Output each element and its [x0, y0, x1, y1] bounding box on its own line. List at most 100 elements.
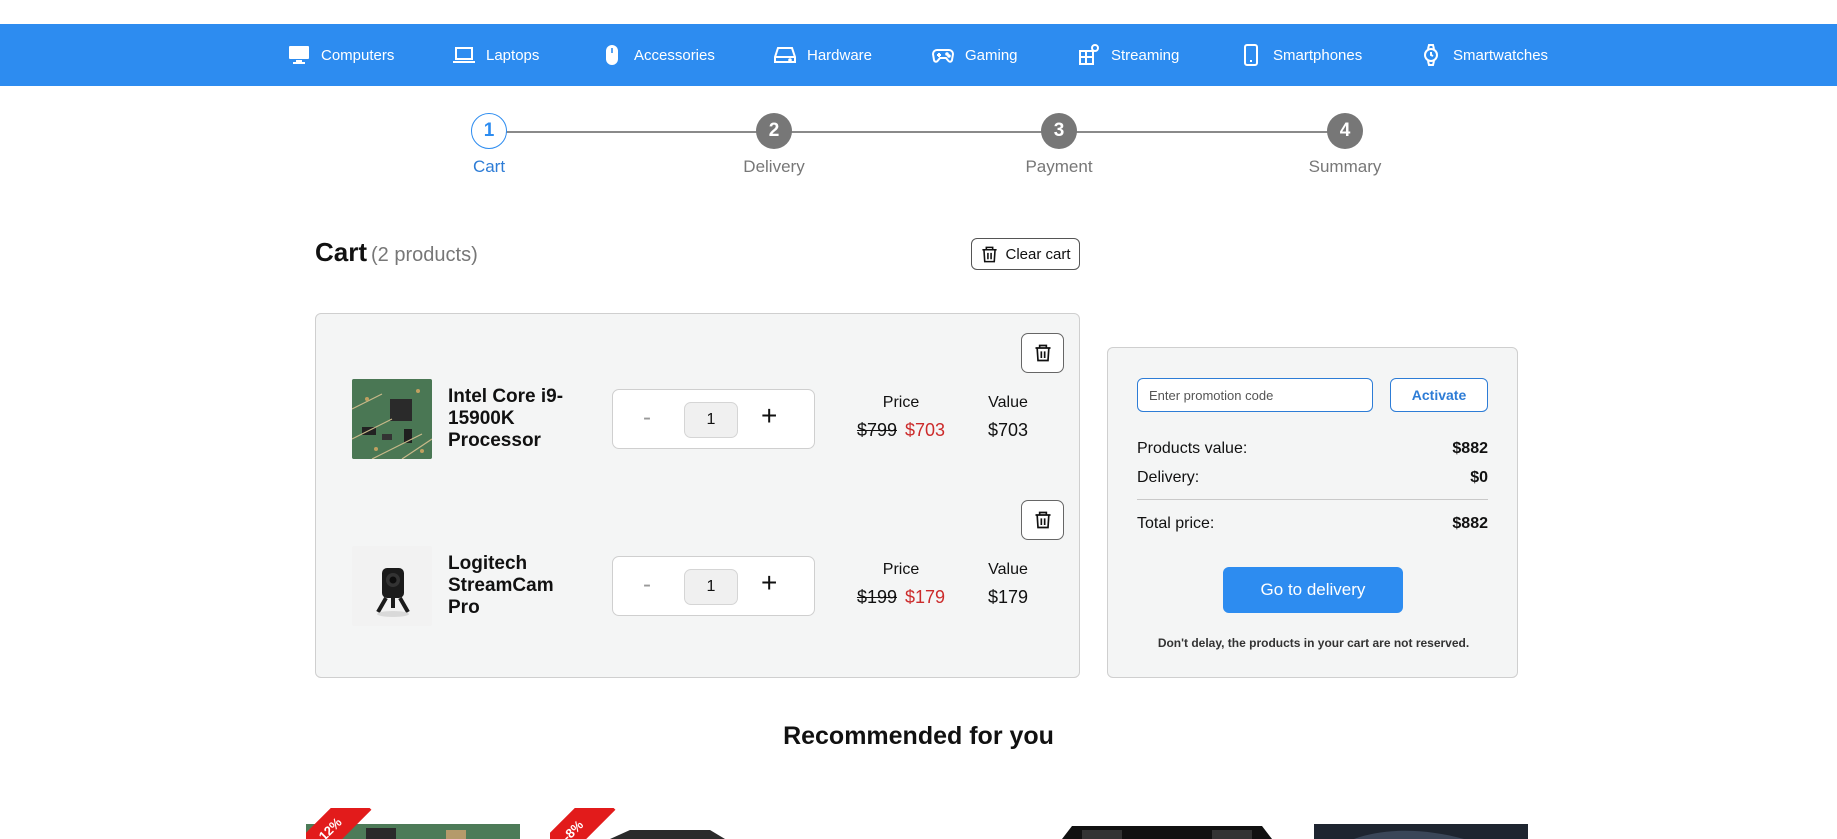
price-column: Price $799 $703 [850, 394, 952, 441]
nav-item-laptops[interactable]: Laptops [452, 24, 539, 86]
price-values: $199 $179 [850, 587, 952, 608]
nav-item-label: Hardware [807, 46, 873, 64]
price-header: Price [882, 561, 920, 578]
step-number: 2 [756, 113, 792, 149]
product-image[interactable] [352, 379, 432, 459]
product-name[interactable]: Intel Core i9-15900K Processor [448, 386, 578, 452]
total-price-row: Total price: $882 [1137, 515, 1488, 533]
recommended-product-card[interactable]: -12% [306, 808, 520, 839]
quantity-stepper: - 1 + [612, 389, 815, 449]
nav-item-label: Smartwatches [1453, 46, 1549, 64]
delivery-label: Delivery: [1137, 469, 1200, 486]
hard-drive-icon [774, 47, 796, 63]
delivery-value: $0 [1470, 469, 1488, 486]
cart-item: Logitech StreamCam Pro - 1 + Price $199 $… [316, 481, 1081, 631]
order-summary-panel: Activate Products value: $882 Delivery: … [1107, 347, 1518, 678]
price-header: Price [882, 394, 920, 411]
laptop-icon [453, 47, 475, 63]
step-label: Delivery [743, 157, 805, 176]
step-payment[interactable]: 3 Payment [999, 113, 1119, 177]
total-price-label: Total price: [1137, 515, 1215, 532]
nav-item-label: Streaming [1111, 46, 1180, 64]
step-cart[interactable]: 1 Cart [429, 113, 549, 177]
checkout-stepper: 1 Cart 2 Delivery 3 Payment 4 Summary [0, 96, 1837, 186]
nav-item-accessories[interactable]: Accessories [600, 24, 715, 86]
line-value: $179 [987, 587, 1029, 607]
price-values: $799 $703 [850, 420, 952, 441]
cart-item: Intel Core i9-15900K Processor - 1 + Pri… [316, 314, 1081, 464]
total-price-value: $882 [1452, 515, 1488, 532]
product-image [1314, 824, 1528, 839]
sale-price: $179 [905, 587, 946, 607]
smartwatch-icon [1424, 44, 1438, 66]
category-nav: Computers Laptops Accessories Hardware G… [0, 24, 1837, 86]
clear-cart-label: Clear cart [1005, 245, 1071, 263]
recommended-product-card[interactable]: -8% [550, 808, 764, 839]
increase-quantity-button[interactable]: + [761, 400, 777, 432]
step-delivery[interactable]: 2 Delivery [714, 113, 834, 177]
products-value-label: Products value: [1137, 440, 1248, 457]
product-name[interactable]: Logitech StreamCam Pro [448, 553, 578, 619]
nav-item-smartwatches[interactable]: Smartwatches [1419, 24, 1548, 86]
product-image[interactable] [352, 546, 432, 626]
camera-icon [1079, 44, 1099, 65]
value-header: Value [988, 561, 1028, 578]
value-header: Value [988, 394, 1028, 411]
quantity-input[interactable]: 1 [684, 402, 738, 438]
summary-divider [1137, 499, 1488, 500]
step-number: 3 [1041, 113, 1077, 149]
gamepad-icon [931, 49, 955, 63]
value-column: Value $179 [956, 561, 1060, 608]
original-price: $199 [856, 587, 897, 607]
go-to-delivery-button[interactable]: Go to delivery [1223, 567, 1403, 613]
price-column: Price $199 $179 [850, 561, 952, 608]
recommended-heading: Recommended for you [783, 722, 1054, 750]
step-number: 1 [471, 113, 507, 149]
nav-item-label: Smartphones [1273, 46, 1363, 64]
trash-icon [1035, 511, 1050, 529]
mouse-icon [606, 45, 618, 65]
cart-product-count: (2 products) [371, 244, 478, 266]
step-summary[interactable]: 4 Summary [1285, 113, 1405, 177]
step-label: Payment [1025, 157, 1093, 176]
delivery-row: Delivery: $0 [1137, 469, 1488, 487]
recommended-product-card[interactable] [1062, 808, 1272, 839]
reservation-note: Don't delay, the products in your cart a… [1157, 636, 1470, 650]
remove-item-button[interactable] [1021, 333, 1064, 373]
monitor-icon [289, 46, 309, 64]
nav-item-smartphones[interactable]: Smartphones [1239, 24, 1362, 86]
product-image [1062, 826, 1272, 839]
trash-icon [1035, 344, 1050, 362]
step-label: Cart [472, 157, 506, 176]
nav-item-streaming[interactable]: Streaming [1077, 24, 1179, 86]
clear-cart-button[interactable]: Clear cart [971, 238, 1080, 270]
value-column: Value $703 [956, 394, 1060, 441]
nav-item-label: Computers [321, 46, 395, 64]
cart-title-text: Cart [315, 237, 368, 267]
line-value: $703 [987, 420, 1029, 440]
trash-icon [982, 246, 998, 262]
page-title: Cart (2 products) [315, 237, 478, 268]
quantity-stepper: - 1 + [612, 556, 815, 616]
recommended-product-card[interactable] [1314, 808, 1528, 839]
sale-price: $703 [905, 420, 946, 440]
products-value-row: Products value: $882 [1137, 440, 1488, 458]
remove-item-button[interactable] [1021, 500, 1064, 540]
nav-item-label: Accessories [634, 46, 715, 64]
activate-promo-button[interactable]: Activate [1390, 378, 1488, 412]
step-number: 4 [1327, 113, 1363, 149]
decrease-quantity-button[interactable]: - [643, 571, 651, 599]
promo-code-input[interactable] [1137, 378, 1373, 412]
nav-item-hardware[interactable]: Hardware [773, 24, 872, 86]
step-label: Summary [1308, 157, 1382, 176]
decrease-quantity-button[interactable]: - [643, 404, 651, 432]
nav-item-gaming[interactable]: Gaming [931, 24, 1018, 86]
cart-items-panel: Intel Core i9-15900K Processor - 1 + Pri… [315, 313, 1080, 678]
nav-item-label: Laptops [486, 46, 540, 64]
nav-item-computers[interactable]: Computers [287, 24, 394, 86]
increase-quantity-button[interactable]: + [761, 567, 777, 599]
products-value: $882 [1452, 440, 1488, 457]
quantity-input[interactable]: 1 [684, 569, 738, 605]
nav-item-label: Gaming [965, 46, 1018, 64]
smartphone-icon [1244, 44, 1258, 66]
